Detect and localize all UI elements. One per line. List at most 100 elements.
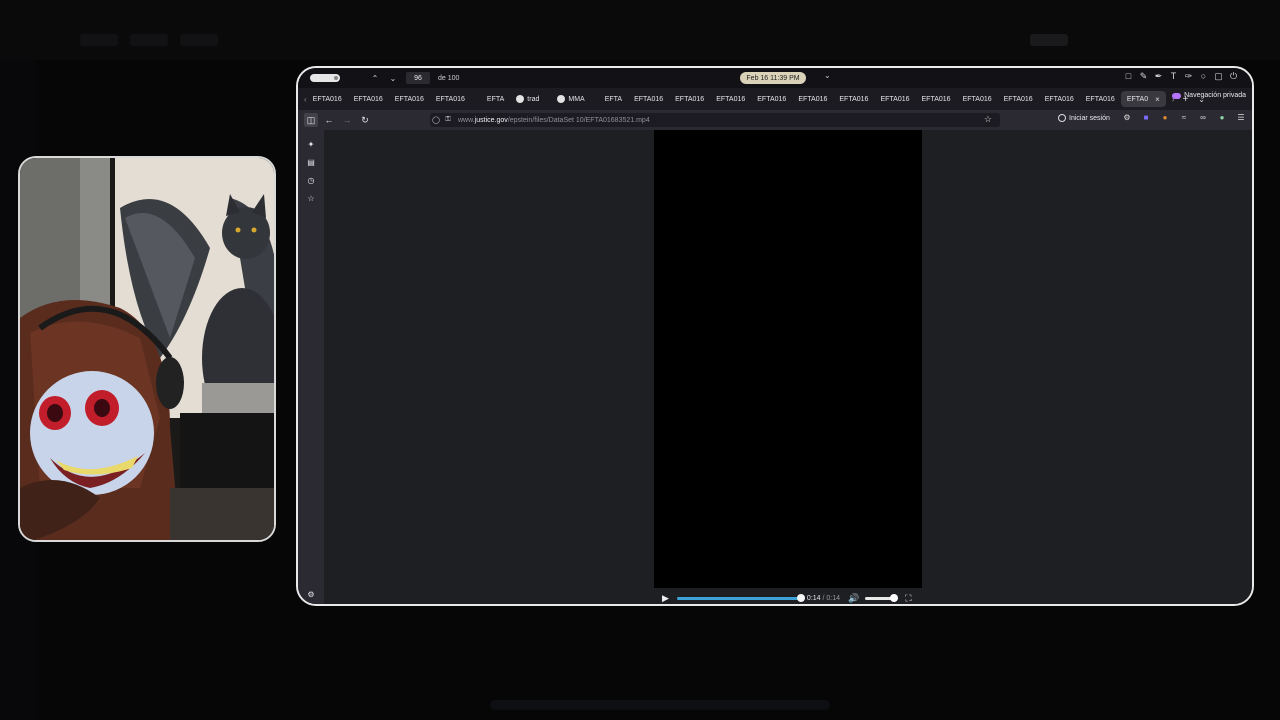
document-viewer-toolbar: ⌃ ⌄ 96 de 100 Feb 16 11:39 PM ⌄ □ ✎ ✒ T … — [298, 68, 1252, 88]
extension-badge-icon[interactable]: ■ — [1141, 113, 1151, 125]
menu-toggle[interactable] — [310, 74, 340, 82]
video-controls: ▶ 0:14 / 0:14 🔊 ⛶ — [654, 588, 922, 604]
tab[interactable]: MMA — [551, 91, 590, 107]
highlighter-icon[interactable]: ✑ — [1184, 71, 1193, 82]
tab[interactable]: EFTA016 — [916, 91, 957, 107]
tab-label: EFTA016 — [394, 95, 424, 103]
tab-label: trad — [527, 95, 540, 103]
tab-label: EFTA — [486, 95, 505, 103]
extensions-area: ⚙ ■ ● ≈ ∞ ● ☰ — [1122, 113, 1246, 125]
tab-strip: ‹ EFTA016 EFTA016 EFTA016 EFTA016 EFTA t… — [298, 88, 1252, 110]
shape-icon[interactable]: ○ — [1199, 71, 1208, 82]
bookmark-star-icon[interactable]: ☆ — [984, 114, 992, 125]
bookmarks-icon[interactable]: ☆ — [306, 194, 316, 204]
current-time: 0:14 — [806, 594, 821, 602]
fullscreen-icon[interactable]: ⛶ — [905, 593, 911, 604]
tab-label: EFTA016 — [675, 95, 705, 103]
gear-icon[interactable]: ⚙ — [306, 590, 316, 600]
tab[interactable]: trad — [510, 91, 545, 107]
tab-label: EFTA016 — [798, 95, 828, 103]
background-tab — [180, 34, 218, 46]
tab[interactable]: EFTA016 — [710, 91, 751, 107]
tab[interactable]: EFTA016 — [348, 91, 389, 107]
extension-icon[interactable]: ⚙ — [1122, 113, 1132, 125]
tab[interactable]: EFTA016 — [1080, 91, 1121, 107]
background-tab — [80, 34, 118, 46]
volume-thumb[interactable] — [889, 594, 898, 602]
ai-chat-icon[interactable]: ✦ — [306, 140, 316, 150]
duration: 0:14 — [826, 594, 841, 602]
synced-tabs-icon[interactable]: ▤ — [306, 158, 316, 168]
lock-icon[interactable]: ⚿ — [442, 116, 454, 124]
seek-thumb[interactable] — [796, 594, 805, 602]
sign-in-label: Iniciar sesión — [1069, 114, 1110, 122]
tab[interactable]: EFTA016 — [628, 91, 669, 107]
play-icon[interactable]: ▶ — [662, 593, 669, 604]
webcam-overlay — [18, 156, 276, 542]
power-icon[interactable]: ⏻ — [1229, 71, 1238, 82]
tab[interactable]: EFTA016 — [751, 91, 792, 107]
tab[interactable]: EFTA016 — [1039, 91, 1080, 107]
tab-label: EFTA016 — [435, 95, 465, 103]
page-content: ▶ 0:14 / 0:14 🔊 ⛶ — [324, 130, 1252, 604]
annotation-tools: □ ✎ ✒ T ✑ ○ ▢ ⏻ — [1124, 71, 1238, 82]
forward-arrow-icon[interactable]: → — [340, 113, 354, 127]
navigation-toolbar: ◫ ← → ↻ ◯ ⚿ www. justice.gov/epstein/file… — [298, 110, 1252, 130]
hamburger-menu-icon[interactable]: ☰ — [1236, 113, 1246, 125]
shield-icon[interactable]: ◯ — [430, 116, 442, 124]
address-bar[interactable]: ◯ ⚿ www. justice.gov/epstein/files/DataSe… — [430, 113, 1000, 127]
history-icon[interactable]: ◷ — [306, 176, 316, 186]
private-browsing-indicator: Navegación privada — [1172, 92, 1246, 99]
tab-label: EFTA016 — [1085, 95, 1115, 103]
window-restore-icon[interactable]: ▢ — [1214, 71, 1223, 82]
tab[interactable]: EFTA016 — [998, 91, 1039, 107]
tab[interactable]: EFTA — [481, 91, 510, 107]
background-tab — [130, 34, 168, 46]
tab-label: EFTA016 — [1044, 95, 1074, 103]
page-number-input[interactable]: 96 — [406, 72, 430, 84]
seek-bar[interactable] — [676, 594, 805, 602]
extension-icon[interactable]: ∞ — [1198, 113, 1208, 125]
close-icon[interactable]: × — [1155, 95, 1160, 104]
tab-label: EFTA016 — [921, 95, 951, 103]
sidebar-toggle-icon[interactable]: ◫ — [304, 113, 318, 127]
text-icon[interactable]: T — [1169, 71, 1178, 82]
volume-slider[interactable] — [865, 594, 898, 602]
reload-icon[interactable]: ↻ — [358, 113, 372, 127]
tab[interactable]: EFTA016 — [669, 91, 710, 107]
private-browsing-label: Navegación privada — [1184, 92, 1246, 99]
time-display: 0:14 / 0:14 — [806, 594, 841, 602]
volume-icon[interactable]: 🔊 — [848, 593, 859, 604]
chevron-up-icon[interactable]: ⌃ — [370, 74, 380, 83]
url-domain: justice.gov — [474, 116, 508, 124]
webcam-feed-image — [20, 158, 274, 540]
extension-icon[interactable]: ● — [1217, 113, 1227, 125]
edit-icon[interactable]: ✎ — [1139, 71, 1148, 82]
tab[interactable]: EFTA016 — [792, 91, 833, 107]
private-mask-icon — [1172, 92, 1182, 99]
extension-icon[interactable]: ≈ — [1179, 113, 1189, 125]
tab[interactable]: EFTA016 — [874, 91, 915, 107]
tab[interactable]: EFTA016 — [957, 91, 998, 107]
tab[interactable]: EFTA — [599, 91, 628, 107]
tab[interactable]: EFTA016 — [430, 91, 471, 107]
comment-icon[interactable]: □ — [1124, 71, 1133, 82]
pen-icon[interactable]: ✒ — [1154, 71, 1163, 82]
browser-window: ⌃ ⌄ 96 de 100 Feb 16 11:39 PM ⌄ □ ✎ ✒ T … — [296, 66, 1254, 606]
tab-label: EFTA016 — [880, 95, 910, 103]
video-player[interactable] — [654, 130, 922, 588]
tab-label: EFTA016 — [757, 95, 787, 103]
extension-icon[interactable]: ● — [1160, 113, 1170, 125]
sign-in-button[interactable]: Iniciar sesión — [1058, 114, 1110, 122]
back-arrow-icon[interactable]: ← — [322, 113, 336, 127]
browser-sidebar: ✦ ▤ ◷ ☆ ⚙ — [298, 130, 324, 604]
url-path: /epstein/files/DataSet 10/EFTA01683521.m… — [507, 116, 650, 124]
chevron-down-icon[interactable]: ⌄ — [824, 71, 831, 80]
tab[interactable]: EFTA016 — [307, 91, 348, 107]
tab[interactable]: EFTA016 — [389, 91, 430, 107]
tab[interactable]: EFTA016 — [833, 91, 874, 107]
background-dock — [490, 700, 830, 710]
tab-active[interactable]: EFTA0 × — [1120, 91, 1166, 107]
datetime-badge[interactable]: Feb 16 11:39 PM — [740, 72, 806, 84]
chevron-down-icon[interactable]: ⌄ — [388, 74, 398, 83]
